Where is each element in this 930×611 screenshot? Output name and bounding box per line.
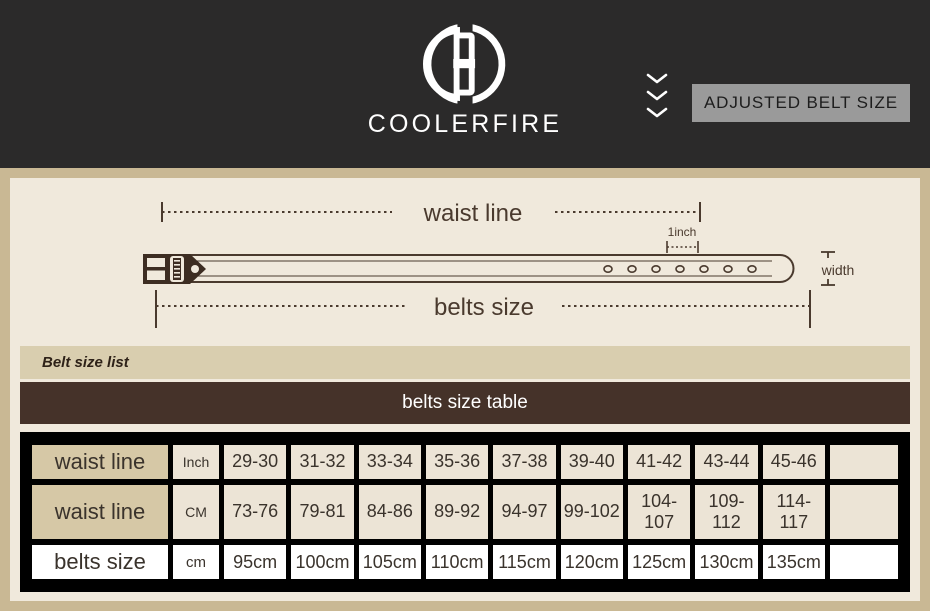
belt-strap-shape xyxy=(159,254,795,283)
table-cell-empty xyxy=(830,484,898,540)
table-cell: 130cm xyxy=(695,545,758,579)
chevron-down-icon[interactable] xyxy=(645,72,669,85)
chevron-down-icon[interactable] xyxy=(645,106,669,119)
table-cell: 37-38 xyxy=(493,445,556,479)
table-cell: 45-46 xyxy=(762,445,825,479)
belt-size-table: waist line Inch 29-30 31-32 33-34 35-36 … xyxy=(27,439,903,585)
table-cell: 73-76 xyxy=(224,484,287,540)
belts-size-table-title-bar: belts size table xyxy=(20,382,910,424)
table-cell: 43-44 xyxy=(695,445,758,479)
table-cell-empty xyxy=(830,445,898,479)
table-cell: 104-107 xyxy=(627,484,691,540)
page-header: COOLERFIRE ADJUSTED BELT SIZE xyxy=(0,0,930,168)
belts-size-table-title: belts size table xyxy=(402,392,528,413)
table-cell: 110cm xyxy=(425,545,489,579)
table-cell: 95cm xyxy=(224,545,287,579)
table-cell: 125cm xyxy=(627,545,691,579)
belts-size-label-bottom: belts size xyxy=(434,294,534,321)
row-unit: cm xyxy=(173,545,219,579)
belt-size-list-label: Belt size list xyxy=(42,354,129,371)
belt-diagram-svg: waist line 1inch width belts size xyxy=(10,178,920,340)
table-cell: 120cm xyxy=(560,545,623,579)
waist-line-label-top: waist line xyxy=(423,200,523,227)
table-cell-empty xyxy=(830,545,898,579)
table-cell: 41-42 xyxy=(627,445,691,479)
belt-size-chart-page: COOLERFIRE ADJUSTED BELT SIZE waist line… xyxy=(0,0,930,611)
row-unit: CM xyxy=(173,484,219,540)
table-cell: 114-117 xyxy=(762,484,825,540)
size-table-frame: waist line Inch 29-30 31-32 33-34 35-36 … xyxy=(20,432,910,592)
belt-size-list-bar: Belt size list xyxy=(20,346,910,379)
chevron-stack xyxy=(641,72,673,134)
row-label: belts size xyxy=(32,545,168,579)
table-row: waist line CM 73-76 79-81 84-86 89-92 94… xyxy=(32,484,898,540)
one-inch-label: 1inch xyxy=(668,225,697,239)
row-label: waist line xyxy=(32,445,168,479)
content-frame: waist line 1inch width belts size Belt s… xyxy=(0,168,930,611)
coolerfire-cd-monogram-icon xyxy=(423,22,506,106)
table-cell: 100cm xyxy=(291,545,354,579)
row-unit: Inch xyxy=(173,445,219,479)
table-cell: 33-34 xyxy=(358,445,421,479)
table-cell: 79-81 xyxy=(291,484,354,540)
table-cell: 29-30 xyxy=(224,445,287,479)
adjusted-belt-size-badge[interactable]: ADJUSTED BELT SIZE xyxy=(692,84,910,122)
table-cell: 115cm xyxy=(493,545,556,579)
table-cell: 105cm xyxy=(358,545,421,579)
adjusted-belt-size-label: ADJUSTED BELT SIZE xyxy=(703,93,899,112)
table-cell: 39-40 xyxy=(560,445,623,479)
table-cell: 109-112 xyxy=(695,484,758,540)
table-cell: 89-92 xyxy=(425,484,489,540)
content-panel: waist line 1inch width belts size Belt s… xyxy=(10,178,920,601)
table-cell: 84-86 xyxy=(358,484,421,540)
table-cell: 99-102 xyxy=(560,484,623,540)
chevron-down-icon[interactable] xyxy=(645,89,669,102)
table-cell: 31-32 xyxy=(291,445,354,479)
table-row: belts size cm 95cm 100cm 105cm 110cm 115… xyxy=(32,545,898,579)
width-label: width xyxy=(821,262,855,278)
belt-measurement-diagram: waist line 1inch width belts size xyxy=(10,178,920,340)
table-cell: 35-36 xyxy=(425,445,489,479)
row-label: waist line xyxy=(32,484,168,540)
table-cell: 135cm xyxy=(762,545,825,579)
table-row: waist line Inch 29-30 31-32 33-34 35-36 … xyxy=(32,445,898,479)
table-cell: 94-97 xyxy=(493,484,556,540)
